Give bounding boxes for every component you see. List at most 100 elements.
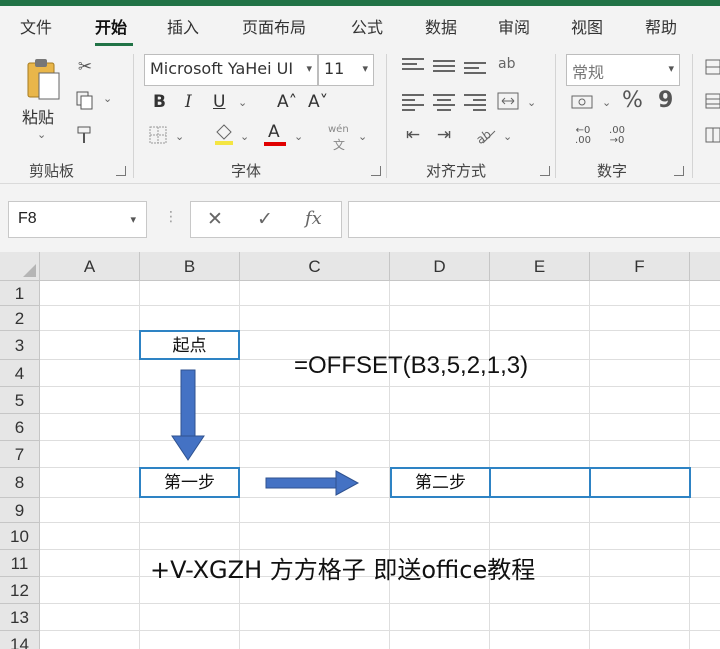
gridline [689, 281, 690, 649]
orientation-chevron-icon[interactable]: ⌄ [503, 130, 512, 143]
row-header-10[interactable]: 10 [0, 523, 40, 550]
conditional-formatting-icon[interactable] [704, 58, 720, 76]
column-header-d[interactable]: D [390, 252, 490, 281]
tab-data[interactable]: 数据 [425, 14, 457, 38]
percent-style-button[interactable]: % [622, 88, 643, 113]
column-header-c[interactable]: C [240, 252, 390, 281]
phonetic-guide-button[interactable]: wén [328, 124, 349, 135]
row-header-12[interactable]: 12 [0, 577, 40, 604]
accounting-chevron-icon[interactable]: ⌄ [602, 96, 611, 109]
tab-page-layout[interactable]: 页面布局 [242, 14, 306, 38]
paste-label[interactable]: 粘贴 [22, 104, 54, 128]
accounting-format-icon[interactable] [570, 92, 596, 112]
font-color-button[interactable]: A [268, 122, 280, 142]
cell-b3[interactable]: 起点 [139, 330, 240, 360]
tab-view[interactable]: 视图 [571, 14, 603, 38]
row-header-11[interactable]: 11 [0, 550, 40, 577]
alignment-launcher-icon[interactable] [540, 166, 550, 176]
increase-indent-icon[interactable]: ⇥ [433, 124, 455, 146]
column-header-f[interactable]: F [590, 252, 690, 281]
paste-chevron-icon[interactable]: ⌄ [37, 128, 46, 141]
cell-d8[interactable]: 第二步 [390, 467, 491, 498]
row-header-6[interactable]: 6 [0, 414, 40, 441]
clipboard-group-label: 剪贴板 [29, 162, 75, 180]
align-left-icon[interactable] [402, 94, 424, 112]
gridline [40, 630, 720, 631]
increase-font-size-button[interactable]: A˄ [277, 92, 297, 112]
column-header-a[interactable]: A [40, 252, 140, 281]
confirm-edit-button[interactable]: ✓ [257, 208, 273, 230]
align-bottom-icon[interactable] [464, 62, 486, 80]
decrease-font-size-button[interactable]: A˅ [308, 92, 328, 112]
underline-button[interactable]: U [213, 92, 225, 112]
row-header-4[interactable]: 4 [0, 360, 40, 387]
formula-buttons: ✕ ✓ fx [190, 201, 342, 238]
underline-chevron-icon[interactable]: ⌄ [238, 96, 247, 109]
decrease-decimal-icon[interactable]: .00 →0 [604, 124, 630, 148]
merge-chevron-icon[interactable]: ⌄ [527, 96, 536, 109]
copy-icon[interactable] [74, 90, 96, 112]
format-as-table-icon[interactable] [704, 92, 720, 110]
column-header-e[interactable]: E [490, 252, 590, 281]
row-header-8[interactable]: 8 [0, 468, 40, 498]
cell-styles-icon[interactable] [704, 126, 720, 144]
tab-file[interactable]: 文件 [20, 14, 52, 38]
align-top-icon[interactable] [402, 58, 424, 76]
wrap-text-button[interactable]: ab [498, 56, 515, 72]
clipboard-launcher-icon[interactable] [116, 166, 126, 176]
name-box[interactable]: F8 ▾ [8, 201, 147, 238]
ribbon-home: 粘贴 ⌄ ✂ ⌄ 剪贴板 Microsoft YaHei UI ▾ 11 ▾ B… [0, 46, 720, 184]
column-header-g[interactable] [690, 252, 720, 281]
cell-b8[interactable]: 第一步 [139, 467, 240, 498]
phonetic-chevron-icon[interactable]: ⌄ [358, 130, 367, 143]
fill-color-chevron-icon[interactable]: ⌄ [240, 130, 249, 143]
italic-button[interactable]: I [185, 92, 192, 112]
row-header-13[interactable]: 13 [0, 604, 40, 631]
fill-color-icon[interactable] [212, 122, 236, 146]
bold-button[interactable]: B [153, 92, 166, 112]
cut-icon[interactable]: ✂ [74, 56, 96, 78]
formula-input[interactable] [348, 201, 720, 238]
align-center-icon[interactable] [433, 94, 455, 112]
tab-insert[interactable]: 插入 [167, 14, 199, 38]
formula-bar-grip-icon[interactable]: ⋮ [164, 209, 178, 225]
number-group-label: 数字 [597, 162, 628, 180]
tab-help[interactable]: 帮助 [645, 14, 677, 38]
select-all-button[interactable] [0, 252, 40, 281]
row-header-1[interactable]: 1 [0, 281, 40, 306]
orientation-icon[interactable]: ab [472, 122, 498, 146]
number-launcher-icon[interactable] [674, 166, 684, 176]
number-format-select[interactable]: 常规 ▾ [566, 54, 680, 86]
format-painter-icon[interactable] [74, 124, 96, 146]
borders-icon[interactable] [147, 124, 169, 146]
tab-home[interactable]: 开始 [95, 14, 127, 38]
font-size-select[interactable]: 11 ▾ [318, 54, 374, 86]
row-header-14[interactable]: 14 [0, 631, 40, 649]
tab-formulas[interactable]: 公式 [351, 14, 383, 38]
gridline [40, 386, 720, 387]
gridline [40, 440, 720, 441]
font-launcher-icon[interactable] [371, 166, 381, 176]
increase-decimal-icon[interactable]: ←0.00 [570, 124, 596, 148]
row-header-9[interactable]: 9 [0, 498, 40, 523]
cell-f8[interactable] [589, 467, 691, 498]
font-name-select[interactable]: Microsoft YaHei UI ▾ [144, 54, 318, 86]
copy-chevron-icon[interactable]: ⌄ [103, 92, 112, 105]
row-header-3[interactable]: 3 [0, 331, 40, 360]
tab-review[interactable]: 审阅 [498, 14, 530, 38]
borders-chevron-icon[interactable]: ⌄ [175, 130, 184, 143]
cancel-edit-button[interactable]: ✕ [207, 208, 223, 230]
align-middle-icon[interactable] [433, 60, 455, 78]
paste-icon[interactable] [22, 56, 64, 102]
merge-center-icon[interactable] [496, 90, 520, 112]
font-color-chevron-icon[interactable]: ⌄ [294, 130, 303, 143]
column-header-b[interactable]: B [140, 252, 240, 281]
row-header-7[interactable]: 7 [0, 441, 40, 468]
cell-e8[interactable] [489, 467, 591, 498]
comma-style-button[interactable]: 9 [658, 88, 673, 113]
decrease-indent-icon[interactable]: ⇤ [402, 124, 424, 146]
align-right-icon[interactable] [464, 94, 486, 112]
insert-function-button[interactable]: fx [305, 208, 322, 229]
row-header-2[interactable]: 2 [0, 306, 40, 331]
row-header-5[interactable]: 5 [0, 387, 40, 414]
